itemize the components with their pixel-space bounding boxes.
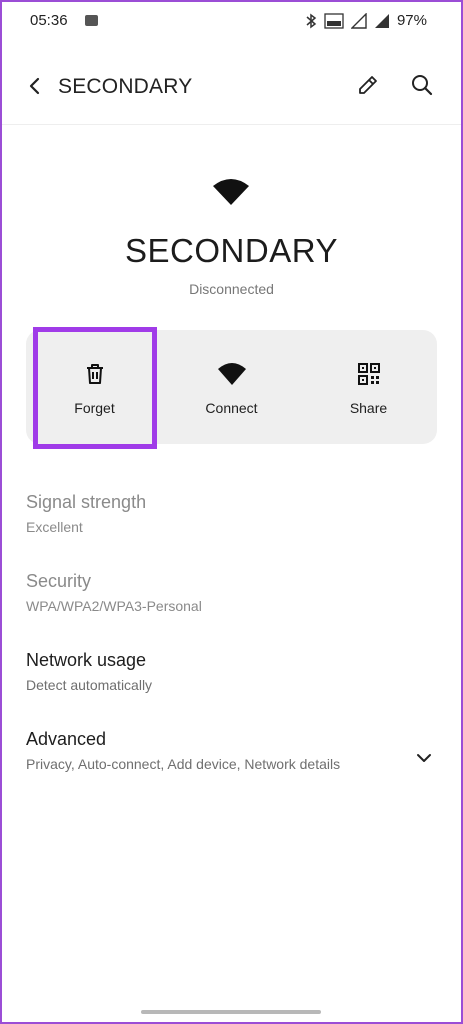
status-bar: 05:36 97% xyxy=(0,0,463,44)
pencil-icon[interactable] xyxy=(356,73,380,97)
row-title: Advanced xyxy=(26,729,107,749)
row-title: Network usage xyxy=(26,650,147,670)
security-row: Security WPA/WPA2/WPA3-Personal xyxy=(26,571,436,614)
bluetooth-icon xyxy=(306,13,317,28)
network-usage-row[interactable]: Network usage Detect automatically xyxy=(26,650,436,693)
share-button[interactable]: Share xyxy=(300,330,437,444)
status-icons: 97% xyxy=(305,12,427,29)
advanced-row[interactable]: Advanced Privacy, Auto-connect, Add devi… xyxy=(26,729,436,772)
search-icon[interactable] xyxy=(410,73,434,97)
signal-strength-row: Signal strength Excellent xyxy=(26,492,436,535)
network-name: SECONDARY xyxy=(125,232,338,269)
gesture-nav-bar[interactable] xyxy=(141,1010,321,1014)
connect-label: Connect xyxy=(205,400,258,416)
image-icon xyxy=(85,15,98,26)
network-status: Disconnected xyxy=(189,281,274,297)
back-arrow-icon[interactable] xyxy=(24,74,44,98)
app-bar-divider xyxy=(2,124,461,125)
forget-highlight-box xyxy=(33,327,157,449)
app-bar: SECONDARY xyxy=(0,58,463,114)
status-time: 05:36 xyxy=(30,12,68,29)
signal-icon xyxy=(350,12,367,29)
wifi-icon xyxy=(217,363,246,385)
wifi-icon xyxy=(213,179,249,205)
row-title: Signal strength xyxy=(26,492,147,512)
volte-icon xyxy=(324,12,344,29)
row-subtitle: Detect automatically xyxy=(26,677,153,693)
qr-code-icon xyxy=(357,363,380,385)
battery-percent: 97% xyxy=(396,12,427,29)
connect-button[interactable]: Connect xyxy=(163,330,300,444)
row-subtitle: WPA/WPA2/WPA3-Personal xyxy=(26,598,202,614)
signal-icon xyxy=(374,13,389,28)
row-subtitle: Excellent xyxy=(26,519,83,535)
row-title: Security xyxy=(26,571,92,591)
share-label: Share xyxy=(349,400,388,416)
app-bar-title: SECONDARY xyxy=(58,75,193,98)
row-subtitle: Privacy, Auto-connect, Add device, Netwo… xyxy=(26,756,341,772)
chevron-down-icon[interactable] xyxy=(414,748,434,768)
